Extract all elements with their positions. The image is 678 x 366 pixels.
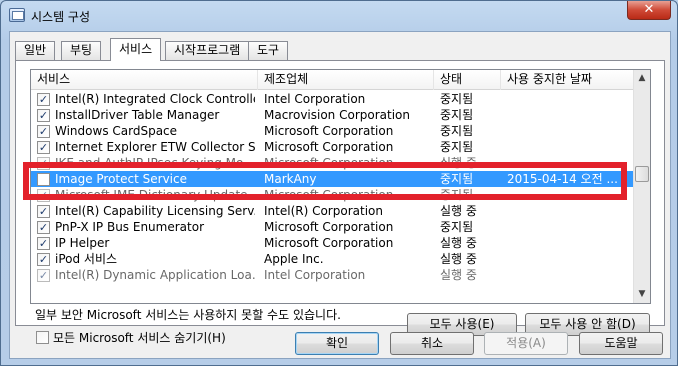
services-panel: 서비스 제조업체 상태 사용 중지한 날짜 ✓ Intel(R) Integrat…	[15, 60, 665, 345]
column-header-vendor[interactable]: 제조업체	[258, 70, 434, 90]
service-status: 실행 중	[440, 156, 477, 170]
service-checkbox[interactable]: ✓	[37, 125, 50, 138]
title-bar[interactable]: 시스템 구성 ✕	[1, 1, 677, 31]
list-header: 서비스 제조업체 상태 사용 중지한 날짜	[31, 70, 635, 90]
service-name: IKE and AuthIP IPsec Keying Mo...	[55, 156, 255, 170]
service-name: Windows CardSpace	[55, 124, 178, 138]
service-name: IP Helper	[55, 236, 110, 250]
service-vendor: Microsoft Corporation	[264, 220, 394, 234]
tab-boot[interactable]: 부팅	[61, 41, 102, 60]
service-checkbox[interactable]	[37, 173, 50, 186]
hide-ms-services-option[interactable]: 모든 Microsoft 서비스 숨기기(H)	[36, 330, 226, 346]
service-row[interactable]: ✓ Intel(R) Dynamic Application Loa... Inte…	[31, 267, 635, 283]
service-checkbox[interactable]: ✓	[37, 269, 50, 282]
service-row[interactable]: ✓ Internet Explorer ETW Collector S... Mic…	[31, 139, 635, 155]
tab-general[interactable]: 일반	[15, 41, 56, 60]
service-status: 중지됨	[440, 188, 474, 202]
services-list[interactable]: 서비스 제조업체 상태 사용 중지한 날짜 ✓ Intel(R) Integrat…	[30, 69, 651, 304]
service-row[interactable]: ✓ Intel(R) Integrated Clock Controlle... I…	[31, 91, 635, 107]
cancel-button[interactable]: 취소	[390, 332, 474, 355]
service-checkbox[interactable]: ✓	[37, 109, 50, 122]
ok-button[interactable]: 확인	[295, 332, 379, 355]
service-disabled-date: 2015-04-14 오전 ...	[507, 172, 618, 186]
service-status: 실행 중	[440, 204, 477, 218]
apply-button[interactable]: 적용(A)	[484, 332, 568, 355]
hide-ms-label: 모든 Microsoft 서비스 숨기기(H)	[53, 331, 226, 345]
service-vendor: Microsoft Corporation	[264, 188, 394, 202]
service-status: 중지됨	[440, 124, 474, 138]
service-vendor: Microsoft Corporation	[264, 236, 394, 250]
service-name: Intel(R) Integrated Clock Controlle...	[55, 92, 255, 106]
tab-startup[interactable]: 시작프로그램	[165, 41, 250, 60]
scroll-thumb[interactable]	[635, 166, 649, 182]
service-checkbox[interactable]: ✓	[37, 189, 50, 202]
service-row[interactable]: ✓ PnP-X IP Bus Enumerator Microsoft Corpor…	[31, 219, 635, 235]
tab-tools[interactable]: 도구	[248, 41, 289, 60]
dialog-client: 일반 부팅 서비스 시작프로그램 도구 서비스 제조업체 상태 사용 중지한 날…	[9, 31, 671, 359]
column-header-disabled-date[interactable]: 사용 중지한 날짜	[501, 70, 635, 90]
service-status: 중지됨	[440, 220, 474, 234]
service-checkbox[interactable]: ✓	[37, 237, 50, 250]
service-name: Image Protect Service	[55, 172, 187, 186]
service-checkbox[interactable]: ✓	[37, 221, 50, 234]
service-vendor: Intel Corporation	[264, 268, 366, 282]
service-row[interactable]: ✓ iPod 서비스 Apple Inc. 실행 중	[31, 251, 635, 267]
service-status: 중지됨	[440, 140, 474, 154]
service-vendor: Intel Corporation	[264, 92, 366, 106]
service-status: 실행 중	[440, 252, 477, 266]
service-row[interactable]: Image Protect Service MarkAny 중지됨 2015-04-1…	[31, 171, 635, 187]
app-window-icon	[9, 8, 25, 22]
close-button[interactable]: ✕	[627, 1, 671, 20]
service-name: Intel(R) Capability Licensing Serv...	[55, 204, 255, 218]
window-title: 시스템 구성	[31, 10, 91, 24]
service-status: 실행 중	[440, 236, 477, 250]
service-row[interactable]: ✓ InstallDriver Table Manager Macrovision …	[31, 107, 635, 123]
service-checkbox[interactable]: ✓	[37, 205, 50, 218]
help-button[interactable]: 도움말	[579, 332, 663, 355]
service-status: 중지됨	[440, 172, 474, 186]
service-checkbox[interactable]: ✓	[37, 253, 50, 266]
security-note: 일부 보안 Microsoft 서비스는 사용하지 못할 수도 있습니다.	[35, 308, 341, 322]
service-name: Internet Explorer ETW Collector S...	[55, 140, 255, 154]
service-vendor: Intel(R) Corporation	[264, 204, 383, 218]
service-vendor: Microsoft Corporation	[264, 156, 394, 170]
service-name: PnP-X IP Bus Enumerator	[55, 220, 204, 234]
vertical-scrollbar[interactable]: ▲ ▼	[633, 70, 650, 303]
service-name: InstallDriver Table Manager	[55, 108, 220, 122]
service-status: 실행 중	[440, 268, 477, 282]
column-header-status[interactable]: 상태	[434, 70, 501, 90]
service-checkbox[interactable]: ✓	[37, 93, 50, 106]
service-row[interactable]: ✓ Intel(R) Capability Licensing Serv... In…	[31, 203, 635, 219]
system-config-window: 시스템 구성 ✕ 일반 부팅 서비스 시작프로그램 도구 서비스 제조업체 상태…	[0, 0, 678, 366]
service-row[interactable]: ✓ IP Helper Microsoft Corporation 실행 중	[31, 235, 635, 251]
hide-ms-checkbox[interactable]	[36, 331, 49, 344]
service-vendor: Apple Inc.	[264, 252, 324, 266]
service-name: Microsoft IME Dictionary Update	[55, 188, 248, 202]
service-rows: ✓ Intel(R) Integrated Clock Controlle... I…	[31, 91, 635, 283]
service-row[interactable]: ✓ IKE and AuthIP IPsec Keying Mo... Micros…	[31, 155, 635, 171]
service-vendor: Microsoft Corporation	[264, 140, 394, 154]
service-vendor: Microsoft Corporation	[264, 124, 394, 138]
service-vendor: MarkAny	[264, 172, 317, 186]
column-header-service[interactable]: 서비스	[31, 70, 258, 90]
service-name: iPod 서비스	[55, 252, 118, 266]
service-checkbox[interactable]: ✓	[37, 141, 50, 154]
scroll-up-arrow-icon[interactable]: ▲	[634, 70, 650, 87]
service-checkbox[interactable]: ✓	[37, 157, 50, 170]
service-status: 중지됨	[440, 92, 474, 106]
service-status: 중지됨	[440, 108, 474, 122]
service-name: Intel(R) Dynamic Application Loa...	[55, 268, 255, 282]
tab-services[interactable]: 서비스	[110, 38, 162, 61]
service-row[interactable]: ✓ Microsoft IME Dictionary Update Microsof…	[31, 187, 635, 203]
service-vendor: Macrovision Corporation	[264, 108, 410, 122]
service-row[interactable]: ✓ Windows CardSpace Microsoft Corporation 중…	[31, 123, 635, 139]
scroll-down-arrow-icon[interactable]: ▼	[634, 286, 650, 303]
